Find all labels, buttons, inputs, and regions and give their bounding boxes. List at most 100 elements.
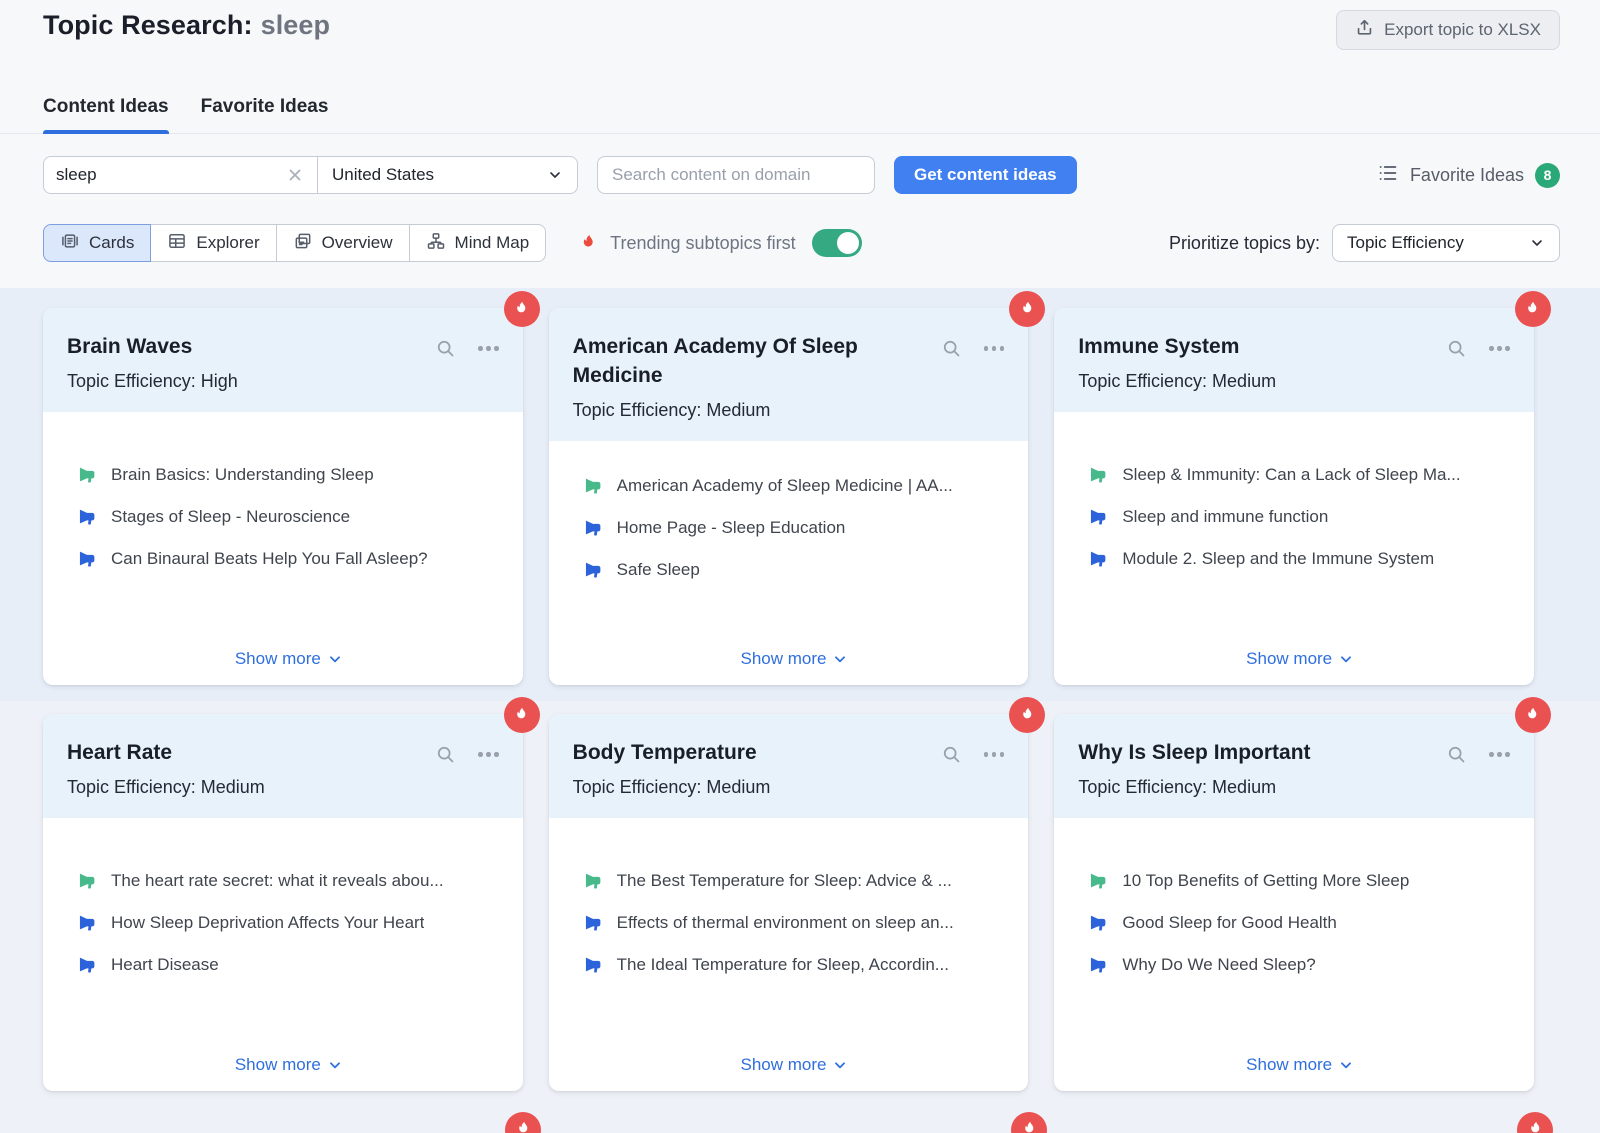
headline-item[interactable]: Effects of thermal environment on sleep … [582,912,1007,934]
show-more-button[interactable]: Show more [235,1055,342,1075]
show-more-button[interactable]: Show more [741,649,848,669]
page-title: Topic Research:sleep [43,10,330,41]
search-icon[interactable] [941,338,962,359]
topic-card-heart-rate: Heart Rate Topic Efficiency: Medium The … [43,714,523,1091]
headline-item[interactable]: Why Do We Need Sleep? [1087,954,1512,976]
headline-text[interactable]: The Best Temperature for Sleep: Advice &… [617,870,952,892]
headline-text[interactable]: Heart Disease [111,954,219,976]
megaphone-icon [582,954,603,975]
headline-item[interactable]: Sleep and immune function [1087,506,1512,528]
tab-favorite-ideas[interactable]: Favorite Ideas [201,96,329,133]
page-title-label: Topic Research: [43,10,253,40]
headline-text[interactable]: Brain Basics: Understanding Sleep [111,464,374,486]
headline-text[interactable]: Module 2. Sleep and the Immune System [1122,548,1434,570]
keyword-input[interactable] [56,165,277,185]
trending-subtopics-toggle[interactable] [812,229,862,257]
card-header: Why Is Sleep Important Topic Efficiency:… [1054,714,1534,818]
headline-text[interactable]: Stages of Sleep - Neuroscience [111,506,350,528]
megaphone-icon [1087,870,1108,891]
headline-text[interactable]: The Ideal Temperature for Sleep, Accordi… [617,954,949,976]
region-select[interactable]: United States [318,157,577,193]
clear-keyword-icon[interactable] [285,165,305,185]
headline-item[interactable]: Good Sleep for Good Health [1087,912,1512,934]
headline-item[interactable]: Brain Basics: Understanding Sleep [76,464,501,486]
prioritize-select-value: Topic Efficiency [1347,233,1464,253]
megaphone-icon [1087,912,1108,933]
header-row: Topic Research:sleep Export topic to XLS… [0,0,1600,50]
export-xlsx-button[interactable]: Export topic to XLSX [1336,10,1560,50]
headline-item[interactable]: The Best Temperature for Sleep: Advice &… [582,870,1007,892]
headline-text[interactable]: Can Binaural Beats Help You Fall Asleep? [111,548,428,570]
headline-text[interactable]: Sleep and immune function [1122,506,1328,528]
show-more-label: Show more [235,1055,321,1075]
headline-item[interactable]: Can Binaural Beats Help You Fall Asleep? [76,548,501,570]
headline-text[interactable]: Why Do We Need Sleep? [1122,954,1315,976]
tab-favorite-ideas-label: Favorite Ideas [201,96,329,117]
more-menu-icon[interactable] [1489,342,1510,355]
headline-item[interactable]: Module 2. Sleep and the Immune System [1087,548,1512,570]
more-menu-icon[interactable] [984,342,1005,355]
show-more-button[interactable]: Show more [235,649,342,669]
cards-view-icon [60,231,80,256]
get-content-ideas-button[interactable]: Get content ideas [894,156,1077,194]
more-menu-icon[interactable] [478,748,499,761]
topic-efficiency: Topic Efficiency: High [67,371,425,392]
headline-item[interactable]: 10 Top Benefits of Getting More Sleep [1087,870,1512,892]
headline-item[interactable]: The Ideal Temperature for Sleep, Accordi… [582,954,1007,976]
view-tab-mind-map[interactable]: Mind Map [409,224,547,262]
more-menu-icon[interactable] [1489,748,1510,761]
view-switcher: Cards Explorer Overview Mind Map [43,224,546,262]
view-tab-mind-map-label: Mind Map [455,233,530,253]
headline-text[interactable]: The heart rate secret: what it reveals a… [111,870,444,892]
headline-item[interactable]: American Academy of Sleep Medicine | AA.… [582,475,1007,497]
search-icon[interactable] [435,744,456,765]
headline-item[interactable]: How Sleep Deprivation Affects Your Heart [76,912,501,934]
headline-item[interactable]: The heart rate secret: what it reveals a… [76,870,501,892]
view-tab-cards[interactable]: Cards [43,224,151,262]
search-icon[interactable] [1446,744,1467,765]
tab-content-ideas[interactable]: Content Ideas [43,96,169,133]
more-menu-icon[interactable] [984,748,1005,761]
keyword-region-combo: United States [43,156,578,194]
more-menu-icon[interactable] [478,342,499,355]
headline-item[interactable]: Safe Sleep [582,559,1007,581]
domain-search-input[interactable] [597,156,875,194]
view-tab-explorer-label: Explorer [196,233,259,253]
card-header: Body Temperature Topic Efficiency: Mediu… [549,714,1029,818]
trending-flame-badge [1515,697,1551,733]
view-tab-explorer[interactable]: Explorer [150,224,276,262]
show-more-button[interactable]: Show more [1246,1055,1353,1075]
headline-item[interactable]: Sleep & Immunity: Can a Lack of Sleep Ma… [1087,464,1512,486]
headline-text[interactable]: American Academy of Sleep Medicine | AA.… [617,475,953,497]
cards-band-row1: Brain Waves Topic Efficiency: High Brain… [0,288,1600,701]
headline-text[interactable]: Safe Sleep [617,559,700,581]
show-more-button[interactable]: Show more [1246,649,1353,669]
headline-text[interactable]: Home Page - Sleep Education [617,517,846,539]
trending-flame-badge [504,697,540,733]
card-actions [1446,744,1510,765]
headline-text[interactable]: How Sleep Deprivation Affects Your Heart [111,912,424,934]
headline-item[interactable]: Heart Disease [76,954,501,976]
headline-text[interactable]: Effects of thermal environment on sleep … [617,912,954,934]
search-icon[interactable] [1446,338,1467,359]
headline-text[interactable]: 10 Top Benefits of Getting More Sleep [1122,870,1409,892]
headline-text[interactable]: Sleep & Immunity: Can a Lack of Sleep Ma… [1122,464,1460,486]
card-header: American Academy Of Sleep Medicine Topic… [549,308,1029,441]
view-tab-overview[interactable]: Overview [276,224,410,262]
megaphone-icon [76,912,97,933]
show-more-label: Show more [1246,1055,1332,1075]
show-more-button[interactable]: Show more [741,1055,848,1075]
headline-item[interactable]: Stages of Sleep - Neuroscience [76,506,501,528]
search-icon[interactable] [941,744,962,765]
prioritize-select[interactable]: Topic Efficiency [1332,224,1560,262]
search-icon[interactable] [435,338,456,359]
card-header-text: Body Temperature Topic Efficiency: Mediu… [573,738,941,798]
topic-card-brain-waves: Brain Waves Topic Efficiency: High Brain… [43,308,523,685]
topic-card-american-academy: American Academy Of Sleep Medicine Topic… [549,308,1029,685]
headline-item[interactable]: Home Page - Sleep Education [582,517,1007,539]
show-more-label: Show more [235,649,321,669]
trending-subtopics-control: Trending subtopics first [578,229,861,257]
favorite-ideas-button[interactable]: Favorite Ideas 8 [1377,162,1560,189]
topic-card-why-is-sleep-important: Why Is Sleep Important Topic Efficiency:… [1054,714,1534,1091]
headline-text[interactable]: Good Sleep for Good Health [1122,912,1337,934]
